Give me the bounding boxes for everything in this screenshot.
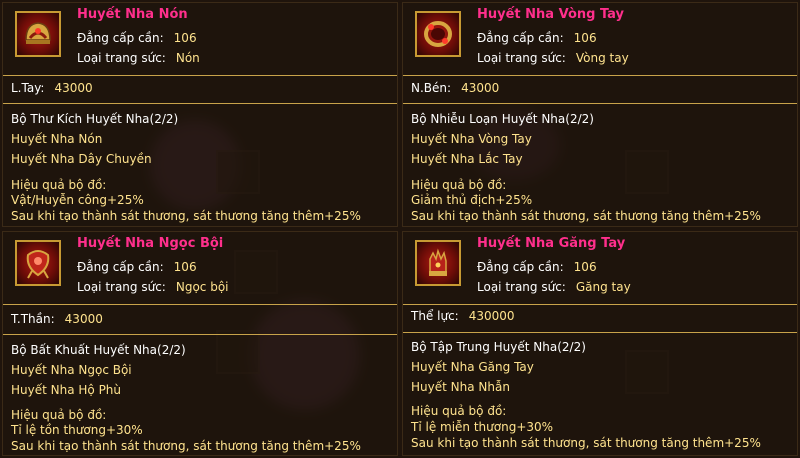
- set-item: Huyết Nha Hộ Phù: [11, 383, 122, 397]
- jewelry-type: Loại trang sức: Nón: [77, 51, 200, 65]
- stat-line: L.Tay: 43000: [11, 81, 93, 95]
- jewelry-type: Loại trang sức: Găng tay: [477, 280, 631, 294]
- set-item: Huyết Nha Vòng Tay: [411, 132, 532, 146]
- set-item: Huyết Nha Lắc Tay: [411, 152, 523, 166]
- set-title: Bộ Tập Trung Huyết Nha(2/2): [411, 340, 586, 354]
- separator: [403, 75, 797, 76]
- item-tooltip-jade-pendant: Huyết Nha Ngọc Bội Đẳng cấp cần: 106 Loại…: [2, 231, 398, 456]
- set-effect: Tỉ lệ miễn thương+30%: [411, 420, 554, 434]
- stat-line: T.Thần: 43000: [11, 312, 103, 326]
- set-effect-header: Hiệu quả bộ đồ:: [411, 404, 507, 418]
- set-effect: Giảm thủ địch+25%: [411, 193, 533, 207]
- set-effect: Sau khi tạo thành sát thương, sát thương…: [411, 436, 761, 450]
- separator: [403, 103, 797, 104]
- helmet-icon: [15, 11, 61, 57]
- set-item: Huyết Nha Dây Chuyền: [11, 152, 152, 166]
- item-tooltip-bracelet: Huyết Nha Vòng Tay Đẳng cấp cần: 106 Loại…: [402, 2, 798, 227]
- jewelry-type: Loại trang sức: Vòng tay: [477, 51, 629, 65]
- stat-line: Thể lực: 430000: [411, 309, 515, 323]
- set-effect: Vật/Huyễn công+25%: [11, 193, 144, 207]
- bracelet-icon: [415, 11, 461, 57]
- separator: [3, 334, 397, 335]
- item-name: Huyết Nha Găng Tay: [477, 236, 626, 251]
- jade-pendant-icon: [15, 240, 61, 286]
- set-effect-header: Hiệu quả bộ đồ:: [11, 178, 107, 192]
- set-effect: Sau khi tạo thành sát thương, sát thương…: [11, 209, 361, 223]
- set-title: Bộ Bất Khuất Huyết Nha(2/2): [11, 343, 186, 357]
- glove-icon: [415, 240, 461, 286]
- level-requirement: Đẳng cấp cần: 106: [477, 31, 597, 45]
- set-effect-header: Hiệu quả bộ đồ:: [11, 408, 107, 422]
- item-name: Huyết Nha Vòng Tay: [477, 7, 625, 22]
- set-effect-header: Hiệu quả bộ đồ:: [411, 178, 507, 192]
- separator: [3, 75, 397, 76]
- item-tooltip-glove: Huyết Nha Găng Tay Đẳng cấp cần: 106 Loại…: [402, 231, 798, 456]
- set-effect: Sau khi tạo thành sát thương, sát thương…: [11, 439, 361, 453]
- separator: [403, 304, 797, 305]
- set-title: Bộ Nhiễu Loạn Huyết Nha(2/2): [411, 112, 594, 126]
- separator: [3, 103, 397, 104]
- set-item: Huyết Nha Găng Tay: [411, 360, 534, 374]
- set-item: Huyết Nha Nón: [11, 132, 103, 146]
- level-requirement: Đẳng cấp cần: 106: [77, 31, 197, 45]
- set-effect: Sau khi tạo thành sát thương, sát thương…: [411, 209, 761, 223]
- set-effect: Tỉ lệ tồn thương+30%: [11, 423, 143, 437]
- set-title: Bộ Thư Kích Huyết Nha(2/2): [11, 112, 179, 126]
- stat-line: N.Bén: 43000: [411, 81, 500, 95]
- item-name: Huyết Nha Ngọc Bội: [77, 236, 224, 251]
- level-requirement: Đẳng cấp cần: 106: [77, 260, 197, 274]
- level-requirement: Đẳng cấp cần: 106: [477, 260, 597, 274]
- jewelry-type: Loại trang sức: Ngọc bội: [77, 280, 229, 294]
- set-item: Huyết Nha Nhẫn: [411, 380, 510, 394]
- separator: [3, 304, 397, 305]
- item-name: Huyết Nha Nón: [77, 7, 188, 22]
- separator: [403, 332, 797, 333]
- item-tooltip-helmet: Huyết Nha Nón Đẳng cấp cần: 106 Loại tran…: [2, 2, 398, 227]
- set-item: Huyết Nha Ngọc Bội: [11, 363, 132, 377]
